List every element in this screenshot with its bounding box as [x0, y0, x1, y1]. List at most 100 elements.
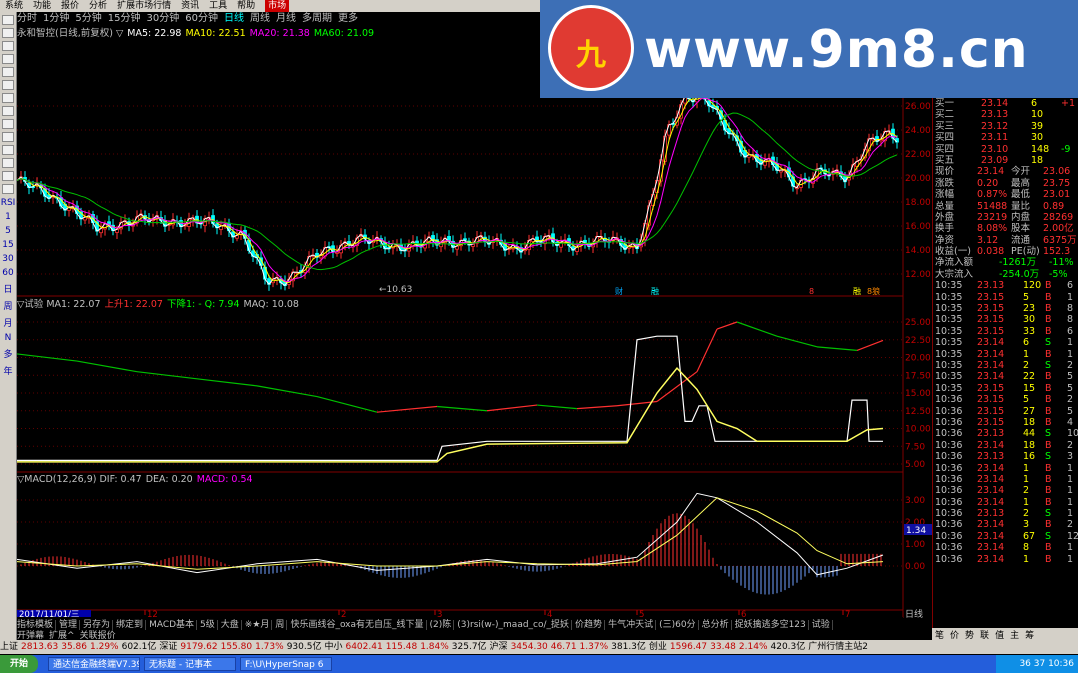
quote-cell: 23.15: [977, 382, 1005, 394]
indicator-tab[interactable]: 捉妖擒逃多空123: [734, 620, 809, 630]
quote-cell: 10:35: [935, 359, 963, 371]
quote-cell: 10: [1067, 428, 1078, 440]
toolbar-icon[interactable]: [2, 28, 14, 38]
quote-cell: 23.06: [1043, 166, 1071, 178]
status-segment: 420.3亿: [770, 642, 806, 652]
menu-item[interactable]: 分析: [89, 0, 107, 12]
toolbar-label[interactable]: 日: [0, 282, 16, 295]
quote-panel: 买一 23.14 6 +1 买二 23.13 10 买三 23.12 39 买四 23.11 30 买四 2…: [932, 98, 1078, 638]
period-tab[interactable]: 月线: [276, 13, 296, 24]
indicator-tab[interactable]: (三)60分: [659, 620, 699, 630]
period-tab[interactable]: 15分钟: [108, 13, 141, 24]
indicator-tab[interactable]: 大盘: [220, 620, 242, 630]
indicator-tab[interactable]: 快乐画线谷_oxa有无自压_线下量: [290, 620, 427, 630]
indicator-tab[interactable]: 总分析: [701, 620, 732, 630]
toolbar-icon[interactable]: [2, 15, 14, 25]
menu-item[interactable]: 资讯: [181, 0, 199, 12]
toolbar-label[interactable]: 多: [0, 347, 16, 360]
toolbar-label[interactable]: 1: [0, 212, 16, 222]
toolbar-label[interactable]: 周: [0, 299, 16, 312]
toolbar-label[interactable]: 30: [0, 254, 16, 264]
quote-cell: 买五: [935, 154, 955, 166]
period-tab[interactable]: 多周期: [302, 13, 332, 24]
ma-label: MA5: 22.98: [127, 28, 181, 39]
indicator-tab[interactable]: 5级: [200, 620, 218, 630]
period-tab[interactable]: 周线: [250, 13, 270, 24]
toolbar-icon[interactable]: [2, 158, 14, 168]
indicator-tab[interactable]: 牛气冲天试: [608, 620, 657, 630]
indicator-tab[interactable]: ※★月: [244, 620, 273, 630]
period-tab[interactable]: 5分钟: [75, 13, 101, 24]
period-tab[interactable]: 分时: [17, 13, 37, 24]
start-button[interactable]: 开始: [0, 655, 38, 673]
indicator-tab[interactable]: 价趋势: [575, 620, 606, 630]
quote-cell: 1: [1067, 542, 1074, 554]
indicator-tab[interactable]: MACD基本: [149, 620, 198, 630]
quote-cell: 5: [1067, 405, 1074, 417]
menu-item[interactable]: 扩展市场行情: [117, 0, 171, 12]
period-tab[interactable]: 1分钟: [43, 13, 69, 24]
quote-cell: B: [1045, 405, 1052, 417]
toolbar-icon[interactable]: [2, 132, 14, 142]
period-label: 日线: [905, 608, 923, 618]
toolbar-icon[interactable]: [2, 93, 14, 103]
quote-cell: 8: [1023, 542, 1030, 554]
quote-cell: 23.14: [977, 553, 1005, 565]
toolbar-label[interactable]: 年: [0, 364, 16, 377]
toolbar-label[interactable]: RSI: [0, 198, 16, 208]
task-hypersnap[interactable]: F:\U\HyperSnap 6: [240, 657, 332, 671]
menu-item[interactable]: 工具: [209, 0, 227, 12]
toolbar-icon[interactable]: [2, 41, 14, 51]
quote-cell: 10:36: [935, 542, 963, 554]
quote-cell: 23.14: [977, 485, 1005, 497]
toolbar-icon[interactable]: [2, 119, 14, 129]
macd-tick: 1.00: [905, 540, 925, 550]
toolbar-label[interactable]: 15: [0, 240, 16, 250]
flow-row: 大宗流入 -254.0万 -5%: [933, 269, 1078, 280]
quote-cell: 量比: [1011, 200, 1031, 212]
bid-row: 买五 23.09 18: [933, 155, 1078, 166]
quote-cell: 67: [1023, 530, 1036, 542]
chart-area[interactable]: 26.00 24.00 22.00 20.00 18.00 16.00 14.00 12.00…: [17, 26, 932, 618]
toolbar-label[interactable]: N: [0, 333, 16, 343]
menu-item[interactable]: 系统: [5, 0, 23, 12]
toolbar-icon[interactable]: [2, 54, 14, 64]
toolbar-label[interactable]: 月: [0, 316, 16, 329]
quote-cell: 23219: [977, 211, 1008, 223]
toolbar-icon[interactable]: [2, 106, 14, 116]
period-tab[interactable]: 更多: [338, 13, 358, 24]
quote-cell: B: [1045, 291, 1052, 303]
quote-cell: 23.13: [977, 451, 1005, 463]
toolbar-icon[interactable]: [2, 80, 14, 90]
period-tab[interactable]: 60分钟: [185, 13, 218, 24]
indicator-tab[interactable]: (3)rsi(w-)_maad_co/_捉妖: [457, 620, 573, 630]
task-tdx[interactable]: 通达信金融终端V7.39 -...: [48, 657, 140, 671]
indicator-tab[interactable]: 周: [275, 620, 288, 630]
menu-item[interactable]: 报价: [61, 0, 79, 12]
toolbar-icon[interactable]: [2, 184, 14, 194]
toolbar-label[interactable]: 60: [0, 268, 16, 278]
period-tab[interactable]: 30分钟: [146, 13, 179, 24]
quote-cell: 0.89: [1043, 200, 1065, 212]
indicator-tab[interactable]: (2)陈: [429, 620, 455, 630]
indicator-tab[interactable]: 试验: [811, 620, 833, 630]
menu-item[interactable]: 功能: [33, 0, 51, 12]
quote-cell: 148: [1031, 143, 1050, 155]
period-tab[interactable]: 日线: [224, 13, 244, 24]
quote-cell: B: [1045, 394, 1052, 406]
bid-row: 买二 23.13 10: [933, 109, 1078, 120]
quote-cell: 外盘: [935, 211, 955, 223]
menu-item[interactable]: 帮助: [237, 0, 255, 12]
toolbar-label[interactable]: 5: [0, 226, 16, 236]
quote-cell: 6: [1023, 337, 1030, 349]
task-notepad[interactable]: 无标题 - 记事本: [144, 657, 236, 671]
toolbar-icon[interactable]: [2, 145, 14, 155]
quote-cell: 买一: [935, 98, 955, 109]
quote-cell: B: [1045, 485, 1052, 497]
toolbar-icon[interactable]: [2, 67, 14, 77]
toolbar-icon[interactable]: [2, 171, 14, 181]
quote-cell: 1: [1023, 496, 1030, 508]
stat-row: 总量 51488 量比 0.89: [933, 201, 1078, 212]
market-button[interactable]: 市场: [265, 0, 290, 12]
status-segment: 6402.41: [345, 642, 383, 652]
